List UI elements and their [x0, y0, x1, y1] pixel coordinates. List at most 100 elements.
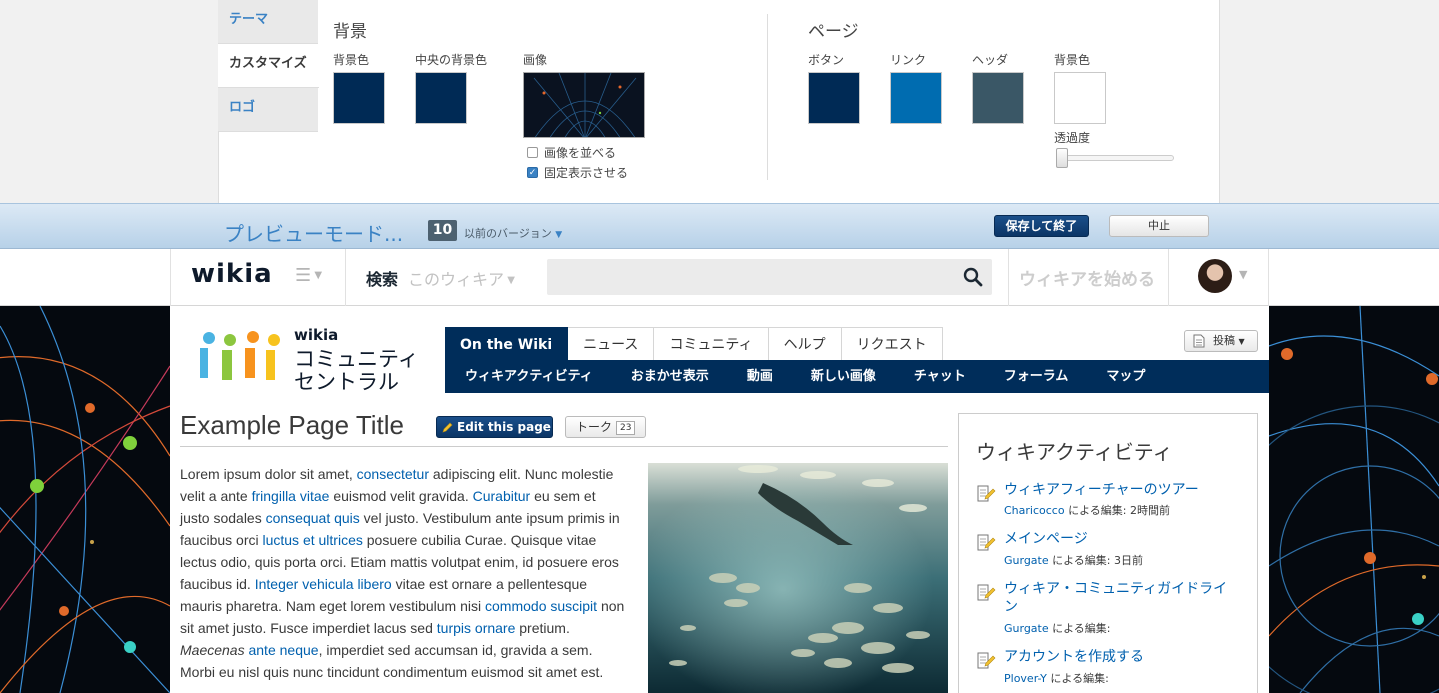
fixed-background-box[interactable]: ✓ — [527, 167, 538, 178]
page-title: Example Page Title — [180, 410, 405, 440]
activity-user-link[interactable]: Plover-Y — [1004, 672, 1047, 685]
wikia-logo[interactable]: wikia — [191, 259, 273, 289]
tab-on-the-wiki[interactable]: On the Wiki — [445, 327, 569, 360]
header-color-label: ヘッダ — [972, 53, 1009, 67]
fixed-background-checkbox[interactable]: ✓ 固定表示させる — [527, 164, 628, 181]
header-color-swatch[interactable] — [972, 72, 1024, 124]
article-link[interactable]: luctus et ultrices — [262, 532, 362, 548]
activity-meta-text: による編集: 3日前 — [1052, 554, 1144, 567]
tile-image-box[interactable] — [527, 147, 538, 158]
background-image-thumbnail[interactable] — [523, 72, 645, 138]
link-color-swatch[interactable] — [890, 72, 942, 124]
previous-versions-dropdown[interactable]: 以前のバージョン ▼ — [464, 225, 562, 241]
subnav-videos[interactable]: 動画 — [727, 360, 791, 393]
tab-help[interactable]: ヘルプ — [768, 327, 842, 360]
wordmark-wikia: wikia — [294, 326, 339, 344]
edit-page-button[interactable]: Edit this page ▼ — [436, 416, 561, 438]
talk-label: トーク — [576, 420, 613, 434]
subnav-chat[interactable]: チャット — [894, 360, 984, 393]
start-wiki-link[interactable]: ウィキアを始める — [1019, 265, 1155, 290]
subnav-wiki-activity[interactable]: ウィキアクティビティ — [445, 360, 611, 393]
article-text: euismod velit gravida. — [329, 488, 473, 504]
article-body: Lorem ipsum dolor sit amet, consectetur … — [180, 463, 628, 683]
background-thumbnail-graphic — [524, 73, 644, 137]
article-link[interactable]: commodo suscipit — [485, 598, 597, 614]
article-link[interactable]: Curabitur — [473, 488, 531, 504]
article-link[interactable]: fringilla vitae — [252, 488, 330, 504]
wordmark-line-2: セントラル — [294, 370, 399, 394]
article-link[interactable]: consequat quis — [266, 510, 360, 526]
button-color-swatch[interactable] — [808, 72, 860, 124]
page-background-color-swatch[interactable] — [1054, 72, 1106, 124]
activity-user-link[interactable]: Gurgate — [1004, 622, 1049, 635]
activity-title-link[interactable]: ウィキアフィーチャーのツアー — [1004, 481, 1239, 499]
article-link[interactable]: consectetur — [357, 466, 429, 482]
tab-news[interactable]: ニュース — [568, 327, 655, 360]
chevron-down-icon: ▼ — [555, 423, 562, 432]
title-divider — [180, 446, 948, 447]
chevron-down-icon: ▼ — [504, 275, 515, 286]
cancel-button[interactable]: 中止 — [1109, 215, 1209, 237]
nav-divider — [1168, 249, 1169, 306]
wiki-subnav: ウィキアクティビティ おまかせ表示 動画 新しい画像 チャット フォーラム マッ… — [445, 360, 1269, 393]
tile-image-label: 画像を並べる — [544, 146, 617, 160]
chevron-down-icon[interactable]: ▼ — [1239, 268, 1247, 281]
menu-icon[interactable]: ☰ ▼ — [295, 265, 322, 286]
post-label: 投稿 — [1213, 334, 1235, 347]
search-scope-dropdown[interactable]: このウィキア ▼ — [408, 266, 515, 290]
activity-meta-text: による編集: — [1052, 622, 1111, 635]
article-link[interactable]: turpis ornare — [437, 620, 516, 636]
preview-bar: プレビューモード... 10 以前のバージョン ▼ 保存して終了 中止 — [0, 203, 1439, 249]
tab-customize[interactable]: カスタマイズ — [218, 44, 319, 88]
post-button[interactable]: 投稿 ▼ — [1184, 330, 1258, 352]
subnav-maps[interactable]: マップ — [1086, 360, 1163, 393]
version-count-badge: 10 — [428, 220, 457, 241]
search-input[interactable] — [547, 259, 992, 295]
tile-image-checkbox[interactable]: 画像を並べる — [527, 144, 616, 161]
button-color-label: ボタン — [808, 53, 845, 67]
chevron-down-icon: ▼ — [555, 230, 563, 240]
activity-title-link[interactable]: アカウントを作成する — [1004, 648, 1239, 666]
link-color-label: リンク — [890, 53, 927, 67]
opacity-slider-handle[interactable] — [1056, 148, 1068, 168]
tab-community[interactable]: コミュニティ — [654, 327, 769, 360]
theme-designer-panel: テーマ カスタマイズ ロゴ 背景 背景色 中央の背景色 画像 画像を並べる ✓ … — [0, 0, 1439, 203]
activity-user-link[interactable]: Charicocco — [1004, 504, 1065, 517]
search-icon[interactable] — [963, 267, 983, 287]
background-image-label: 画像 — [523, 53, 548, 67]
tab-logo[interactable]: ロゴ — [218, 88, 318, 132]
talk-button[interactable]: トーク 23 — [565, 416, 646, 438]
article-image[interactable] — [648, 463, 948, 693]
activity-meta: Gurgate による編集: — [1004, 620, 1111, 636]
subnav-forum[interactable]: フォーラム — [984, 360, 1087, 393]
tab-theme[interactable]: テーマ — [218, 0, 318, 44]
community-logo-icon[interactable] — [200, 328, 290, 388]
center-background-color-swatch[interactable] — [415, 72, 467, 124]
global-navigation: wikia ☰ ▼ 検索 このウィキア ▼ ウィキアを始める ▼ — [0, 249, 1439, 306]
page-group-title: ページ — [808, 22, 859, 42]
opacity-slider-track[interactable] — [1058, 155, 1174, 161]
tab-requests[interactable]: リクエスト — [841, 327, 943, 360]
preview-mode-title: プレビューモード... — [224, 222, 404, 246]
activity-title-link[interactable]: メインページ — [1004, 530, 1239, 548]
article-text: pretium. — [515, 620, 570, 636]
subnav-random[interactable]: おまかせ表示 — [611, 360, 727, 393]
talk-count-badge: 23 — [616, 421, 636, 435]
user-avatar[interactable] — [1198, 259, 1232, 293]
save-and-exit-button[interactable]: 保存して終了 — [994, 215, 1089, 237]
article-link[interactable]: ante neque — [248, 642, 318, 658]
activity-user-link[interactable]: Gurgate — [1004, 554, 1049, 567]
opacity-label: 透過度 — [1054, 131, 1091, 145]
document-icon — [1193, 334, 1205, 348]
activity-title-link[interactable]: ウィキア・コミュニティガイドライン — [1004, 580, 1239, 616]
chevron-down-icon: ▼ — [1238, 337, 1245, 346]
edit-document-icon — [977, 584, 996, 601]
activity-meta-text: による編集: — [1050, 672, 1109, 685]
edit-page-label: Edit this page — [457, 420, 551, 434]
pencil-icon — [442, 422, 453, 433]
subnav-new-images[interactable]: 新しい画像 — [791, 360, 894, 393]
article-text: Lorem ipsum dolor sit amet, — [180, 466, 357, 482]
article-link[interactable]: Integer vehicula libero — [255, 576, 392, 592]
wiki-tabs: On the Wiki ニュース コミュニティ ヘルプ リクエスト — [445, 327, 943, 360]
background-color-swatch[interactable] — [333, 72, 385, 124]
